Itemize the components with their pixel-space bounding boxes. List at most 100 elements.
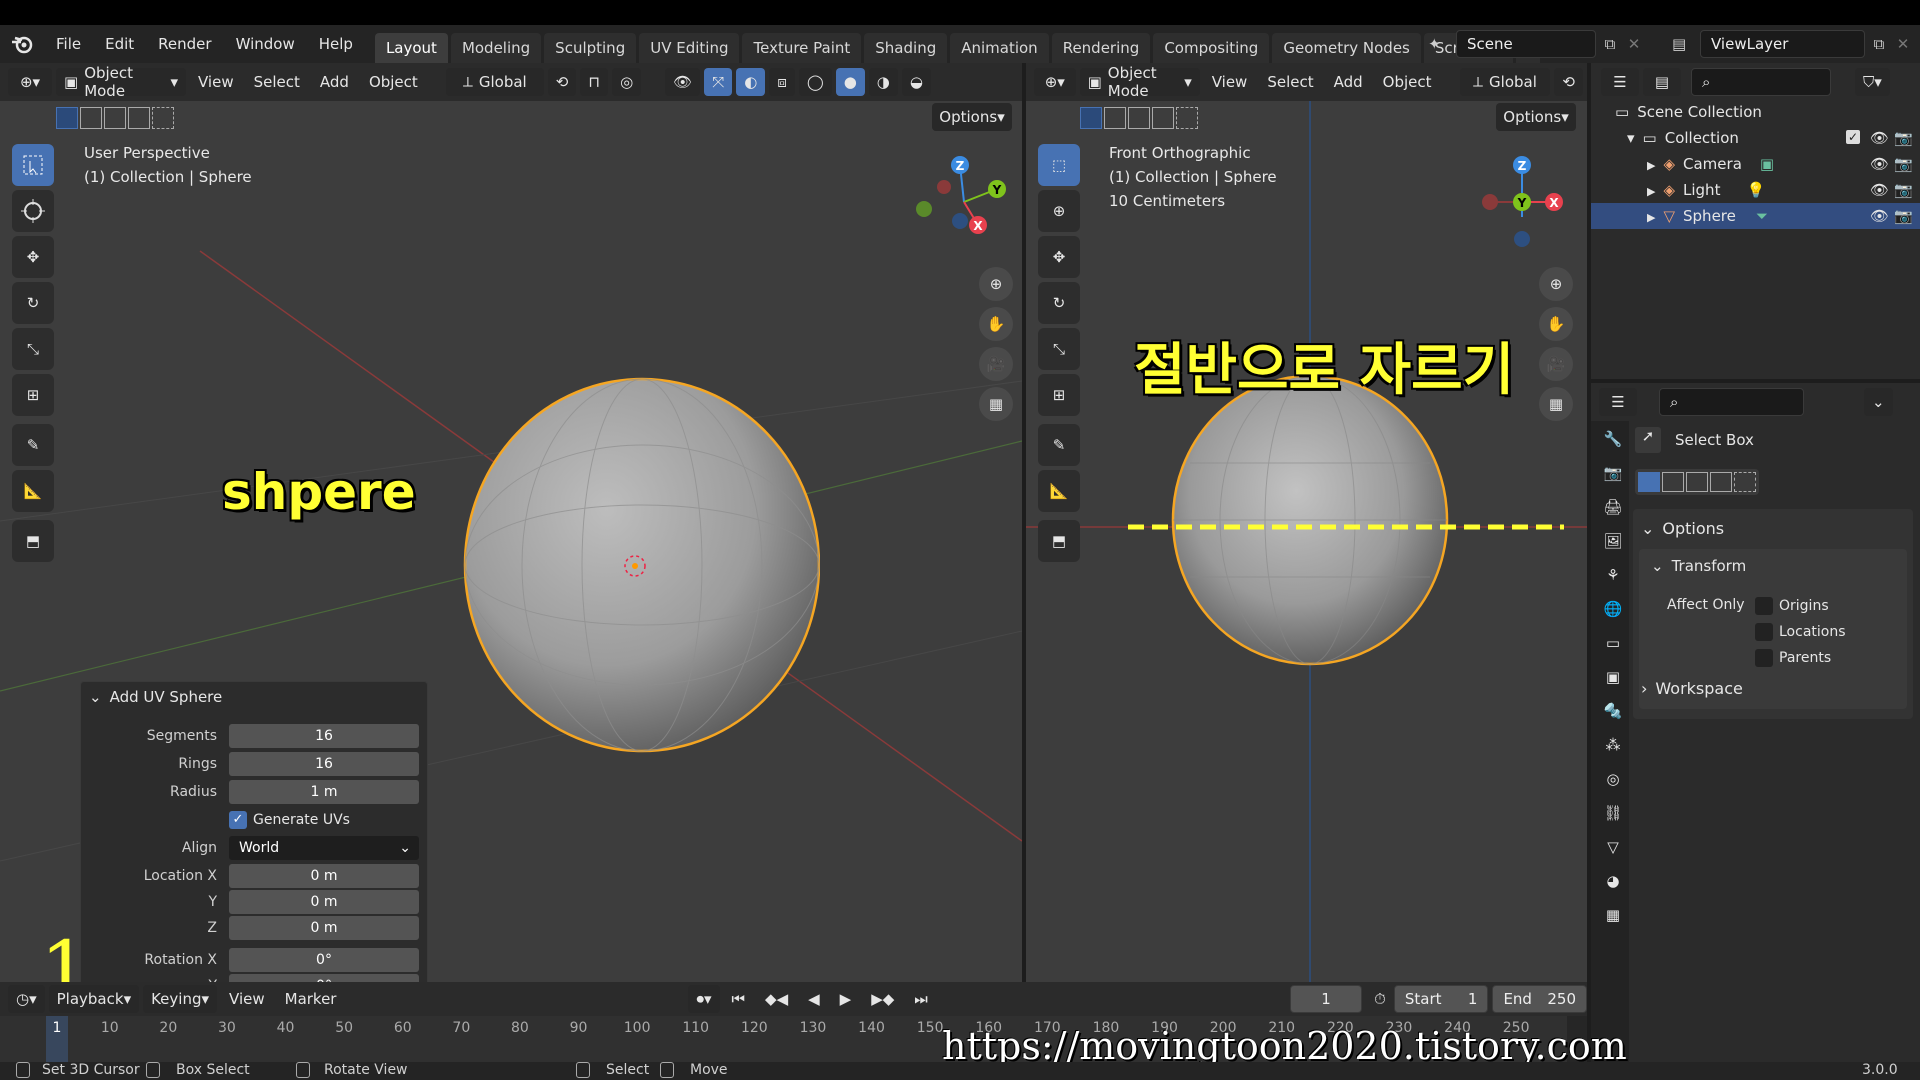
play-reverse-icon[interactable]: ◀	[800, 985, 828, 1013]
expand-arrow-icon[interactable]: ▾	[1627, 129, 1635, 147]
tab-layout[interactable]: Layout	[374, 33, 448, 63]
annotate-tool-icon[interactable]: ✎	[12, 424, 54, 466]
menu-view[interactable]: View	[221, 985, 273, 1013]
navigation-gizmo[interactable]: Z Y X	[912, 145, 1012, 255]
material-tab-icon[interactable]: ◕	[1599, 867, 1627, 895]
select-new-icon[interactable]	[1080, 107, 1102, 129]
physics-tab-icon[interactable]: ◎	[1599, 765, 1627, 793]
align-select[interactable]: World ⌄	[229, 836, 419, 860]
transform-orientation-select[interactable]: ⟂ Global	[1459, 68, 1551, 96]
measure-tool-icon[interactable]: 📐	[1038, 470, 1080, 512]
render-camera-icon[interactable]: 📷	[1894, 177, 1913, 203]
exclude-checkbox[interactable]: ✓	[1846, 130, 1860, 144]
particles-tab-icon[interactable]: ⁂	[1599, 731, 1627, 759]
start-frame-field[interactable]: Start 1	[1393, 985, 1489, 1013]
render-camera-icon[interactable]: 📷	[1894, 125, 1913, 151]
transform-orientation-select[interactable]: ⟂ Global	[445, 68, 544, 96]
select-new-icon[interactable]	[1638, 472, 1660, 492]
new-scene-icon[interactable]: ⧉	[1596, 35, 1624, 53]
location-y-field[interactable]: 0 m	[229, 890, 419, 914]
scale-tool-icon[interactable]: ⤡	[1038, 328, 1080, 370]
expand-arrow-icon[interactable]: ▶	[1647, 159, 1655, 172]
scene-name-field[interactable]: Scene	[1456, 30, 1596, 58]
editor-type-icon[interactable]: ☰	[1601, 68, 1639, 96]
menu-edit[interactable]: Edit	[93, 25, 146, 63]
options-header[interactable]: ⌄ Options	[1633, 509, 1913, 538]
blender-logo-icon[interactable]	[0, 34, 44, 54]
gizmo-toggle-icon[interactable]: ⤧	[704, 68, 733, 96]
select-intersect-icon[interactable]	[1176, 107, 1198, 129]
move-tool-icon[interactable]: ✥	[1038, 236, 1080, 278]
camera-view-icon[interactable]: 🎥	[979, 347, 1013, 381]
tab-uv-editing[interactable]: UV Editing	[639, 33, 740, 63]
generate-uvs-checkbox[interactable]: ✓	[229, 811, 247, 829]
select-invert-icon[interactable]	[128, 107, 150, 129]
cursor-tool-icon[interactable]: ⊕	[1038, 190, 1080, 232]
select-box-tool-icon[interactable]	[12, 144, 54, 186]
pivot-icon[interactable]: ⟲	[1554, 68, 1583, 96]
snap-icon[interactable]: ⊓	[580, 68, 609, 96]
menu-keying[interactable]: Keying ▾	[143, 985, 218, 1013]
wireframe-shading-icon[interactable]: ◯	[798, 68, 832, 96]
render-camera-icon[interactable]: 📷	[1894, 203, 1913, 229]
options-dropdown[interactable]: Options ▾	[1496, 103, 1576, 131]
expand-arrow-icon[interactable]: ▶	[1647, 211, 1655, 224]
transform-header[interactable]: ⌄ Transform	[1639, 549, 1907, 575]
jump-start-icon[interactable]: ⏮	[724, 985, 754, 1013]
select-intersect-icon[interactable]	[1734, 472, 1756, 492]
rotate-tool-icon[interactable]: ↻	[12, 282, 54, 324]
menu-add[interactable]: Add	[312, 68, 357, 96]
clock-icon[interactable]: ⏱	[1374, 990, 1386, 1008]
visibility-eye-icon[interactable]: 👁	[1870, 177, 1889, 203]
menu-file[interactable]: File	[44, 25, 93, 63]
editor-type-icon[interactable]: ⊕▾	[1034, 68, 1076, 96]
menu-help[interactable]: Help	[307, 25, 365, 63]
zoom-icon[interactable]: ⊕	[1539, 267, 1573, 301]
record-icon[interactable]: ⏺▾	[688, 985, 720, 1013]
parents-checkbox[interactable]	[1755, 649, 1773, 667]
menu-select[interactable]: Select	[246, 68, 308, 96]
delete-scene-icon[interactable]: ✕	[1624, 35, 1644, 53]
jump-end-icon[interactable]: ⏭	[906, 985, 936, 1013]
mode-select[interactable]: ▣ Object Mode ▾	[56, 64, 186, 100]
segments-field[interactable]: 16	[229, 724, 419, 748]
menu-object[interactable]: Object	[361, 68, 426, 96]
visibility-icon[interactable]: 👁	[665, 68, 701, 96]
new-viewlayer-icon[interactable]: ⧉	[1865, 35, 1893, 53]
menu-add[interactable]: Add	[1326, 68, 1371, 96]
visibility-eye-icon[interactable]: 👁	[1870, 125, 1889, 151]
radius-field[interactable]: 1 m	[229, 780, 419, 804]
play-icon[interactable]: ▶	[832, 985, 860, 1013]
render-camera-icon[interactable]: 📷	[1894, 151, 1913, 177]
perspective-toggle-icon[interactable]: ▦	[979, 387, 1013, 421]
annotate-tool-icon[interactable]: ✎	[1038, 424, 1080, 466]
uv-sphere-object[interactable]	[460, 376, 820, 754]
data-tab-icon[interactable]: ▽	[1599, 833, 1627, 861]
texture-tab-icon[interactable]: ▦	[1599, 901, 1627, 929]
select-invert-icon[interactable]	[1710, 472, 1732, 492]
options-dropdown[interactable]: Options ▾	[932, 103, 1012, 131]
properties-search-input[interactable]: ⌕	[1659, 388, 1804, 416]
world-tab-icon[interactable]: 🌐	[1599, 595, 1627, 623]
location-z-field[interactable]: 0 m	[229, 916, 419, 940]
rotation-y-field[interactable]: 0°	[229, 974, 419, 982]
tab-compositing[interactable]: Compositing	[1153, 33, 1270, 63]
prev-keyframe-icon[interactable]: ◆◀	[757, 985, 796, 1013]
zoom-icon[interactable]: ⊕	[979, 267, 1013, 301]
select-new-icon[interactable]	[56, 107, 78, 129]
pan-hand-icon[interactable]: ✋	[1539, 307, 1573, 341]
camera-view-icon[interactable]: 🎥	[1539, 347, 1573, 381]
panel-header[interactable]: ⌄ Add UV Sphere	[89, 688, 222, 706]
filter-icon[interactable]: ⛉▾	[1855, 68, 1890, 96]
cursor-tool-icon[interactable]	[12, 190, 54, 232]
select-extend-icon[interactable]	[1104, 107, 1126, 129]
tab-modeling[interactable]: Modeling	[450, 33, 542, 63]
scale-tool-icon[interactable]: ⤡	[12, 328, 54, 370]
rotate-tool-icon[interactable]: ↻	[1038, 282, 1080, 324]
outliner-item-camera[interactable]: ▶ ◈ Camera ▣ 👁 📷	[1591, 151, 1920, 177]
overlay-toggle-icon[interactable]: ◐	[736, 68, 766, 96]
outliner-item-light[interactable]: ▶ ◈ Light 💡 👁 📷	[1591, 177, 1920, 203]
pan-hand-icon[interactable]: ✋	[979, 307, 1013, 341]
tab-texture-paint[interactable]: Texture Paint	[742, 33, 862, 63]
view-layer-tab-icon[interactable]: 🖼	[1599, 527, 1627, 555]
